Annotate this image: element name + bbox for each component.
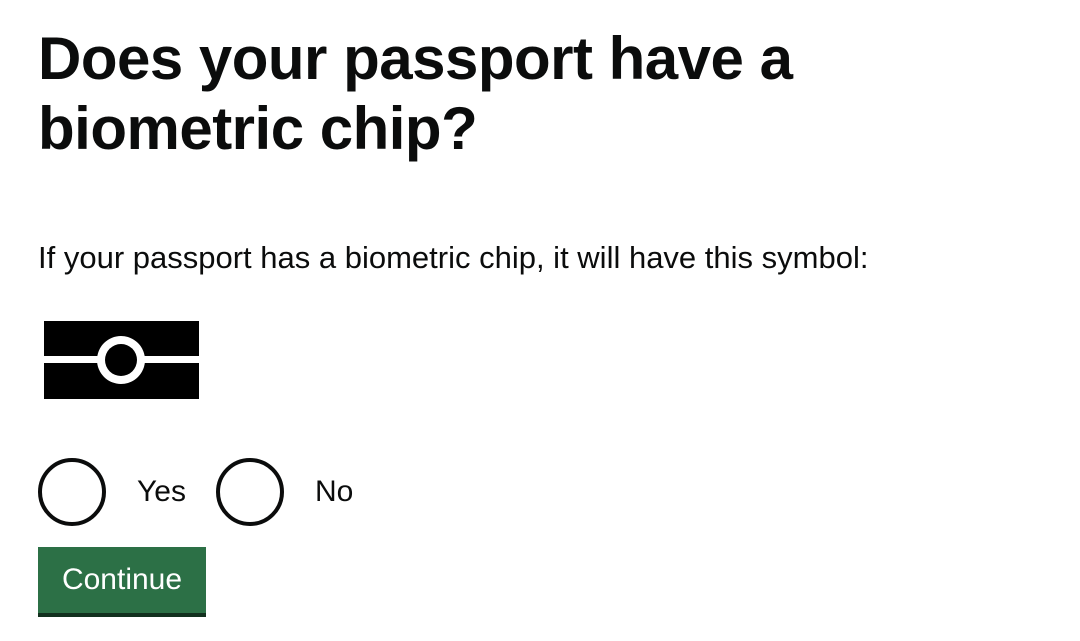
passport-chip-radio-group: Yes No xyxy=(38,458,383,526)
continue-button[interactable]: Continue xyxy=(38,547,206,613)
biometric-chip-icon xyxy=(44,321,199,399)
hint-text: If your passport has a biometric chip, i… xyxy=(38,240,869,275)
radio-option-yes[interactable]: Yes xyxy=(38,458,186,526)
radio-label-no[interactable]: No xyxy=(315,472,353,512)
page-title: Does your passport have a biometric chip… xyxy=(38,25,793,162)
radio-label-yes[interactable]: Yes xyxy=(137,472,186,512)
radio-button-no[interactable] xyxy=(215,458,284,526)
passport-question-page: Does your passport have a biometric chip… xyxy=(38,24,1058,613)
radio-option-no[interactable]: No xyxy=(215,458,353,526)
radio-button-yes[interactable] xyxy=(38,458,106,526)
